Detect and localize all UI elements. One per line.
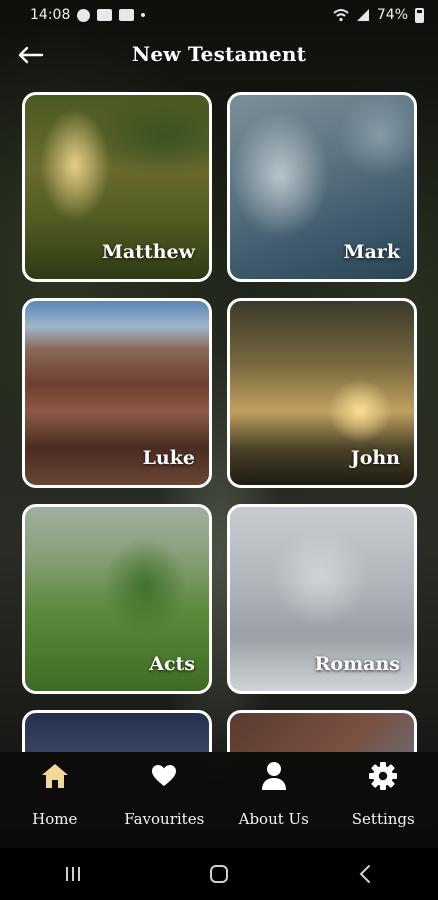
nav-item-about-us[interactable]: About Us — [220, 752, 328, 828]
battery-icon — [415, 7, 424, 23]
nav-item-settings[interactable]: Settings — [329, 752, 437, 828]
cloud-icon — [77, 8, 91, 22]
nav-item-favourites[interactable]: Favourites — [110, 752, 218, 828]
book-card-label: Matthew — [101, 241, 195, 263]
book-card-partial[interactable] — [22, 710, 212, 752]
bottom-nav: Home Favourites About Us Settings — [0, 752, 438, 848]
nav-label-settings: Settings — [351, 810, 415, 828]
book-card-label: Luke — [142, 447, 195, 469]
book-grid: Matthew Mark Luke John Acts Romans — [22, 92, 418, 752]
home-circle-icon — [210, 865, 228, 883]
recents-icon — [66, 867, 80, 881]
status-bar: 14:08 74% — [0, 0, 438, 30]
youtube-icon — [119, 9, 135, 21]
book-card-john[interactable]: John — [227, 298, 417, 488]
home-icon — [41, 764, 68, 788]
book-card-luke[interactable]: Luke — [22, 298, 212, 488]
nav-label-about-us: About Us — [238, 810, 309, 828]
page-title: New Testament — [131, 42, 307, 66]
system-back-button[interactable] — [335, 854, 395, 894]
nav-label-favourites: Favourites — [124, 810, 205, 828]
notification-icon — [97, 9, 113, 21]
book-card-romans[interactable]: Romans — [227, 504, 417, 694]
heart-icon — [152, 765, 177, 786]
back-chevron-icon — [359, 865, 370, 883]
system-home-button[interactable] — [189, 854, 249, 894]
recents-button[interactable] — [43, 854, 103, 894]
book-card-label: Mark — [343, 241, 400, 263]
book-card-label: Acts — [149, 653, 195, 675]
nav-item-home[interactable]: Home — [1, 752, 109, 828]
book-card-partial[interactable] — [227, 710, 417, 752]
nav-label-home: Home — [32, 810, 78, 828]
book-card-acts[interactable]: Acts — [22, 504, 212, 694]
battery-percent: 74% — [376, 7, 408, 23]
book-card-label: Romans — [314, 653, 400, 675]
book-card-mark[interactable]: Mark — [227, 92, 417, 282]
app-header: New Testament — [0, 30, 438, 80]
book-card-matthew[interactable]: Matthew — [22, 92, 212, 282]
gear-icon — [369, 762, 398, 790]
wifi-icon — [333, 9, 349, 22]
more-notifications-dot — [141, 13, 146, 17]
system-nav-bar — [0, 848, 438, 900]
book-card-label: John — [350, 447, 400, 469]
signal-icon — [356, 9, 369, 21]
person-icon — [261, 762, 286, 790]
status-time: 14:08 — [30, 7, 71, 23]
